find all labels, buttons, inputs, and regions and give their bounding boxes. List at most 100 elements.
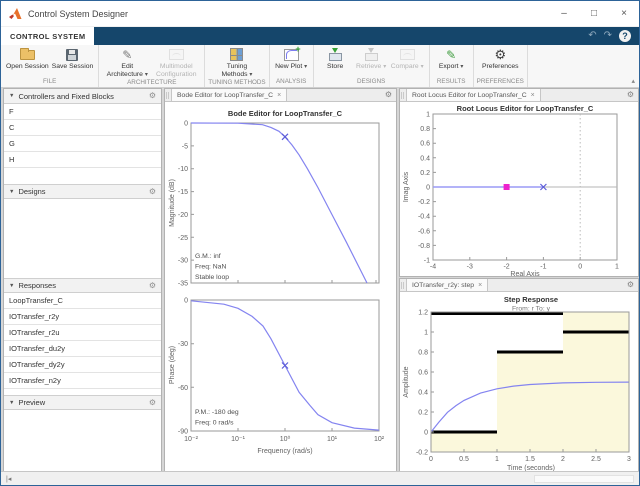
dropdown-arrow-icon: ▾	[304, 64, 307, 70]
drag-grip[interactable]	[401, 92, 404, 99]
collapse-caret-icon: ▼	[9, 93, 14, 99]
group-label-designs: DESIGNS	[314, 78, 429, 87]
redo-icon[interactable]: ↷	[604, 31, 612, 41]
list-item[interactable]: IOTransfer_n2y	[4, 373, 161, 389]
svg-text:Freq: 0 rad/s: Freq: 0 rad/s	[195, 420, 234, 427]
export-button[interactable]: ✎ Export ▾	[435, 47, 468, 71]
data-browser: ▼ Controllers and Fixed Blocks ⚙ F C G H…	[3, 88, 162, 473]
svg-text:10¹: 10¹	[327, 436, 338, 443]
close-tab-icon[interactable]: ×	[277, 92, 281, 99]
dropdown-arrow-icon: ▾	[145, 72, 148, 78]
step-title: Step Response	[504, 295, 558, 304]
svg-text:-0.2: -0.2	[416, 450, 428, 457]
title-bar: Control System Designer – □ ×	[1, 1, 639, 27]
compare-button[interactable]: Compare ▾	[391, 47, 424, 71]
gear-icon[interactable]: ⚙	[149, 282, 156, 290]
tab-root-locus[interactable]: Root Locus Editor for LoopTransfer_C ×	[406, 89, 541, 101]
svg-text:1: 1	[615, 264, 619, 271]
tuning-methods-button[interactable]: Tuning Methods ▾	[214, 47, 260, 79]
help-icon[interactable]: ?	[619, 30, 631, 42]
svg-text:1: 1	[424, 330, 428, 337]
svg-text:2: 2	[561, 456, 565, 463]
responses-header[interactable]: ▼ Responses ⚙	[4, 278, 161, 293]
svg-text:-30: -30	[178, 341, 188, 348]
group-label-preferences: PREFERENCES	[474, 78, 527, 87]
list-item[interactable]: IOTransfer_du2y	[4, 341, 161, 357]
open-session-button[interactable]: Open Session	[6, 47, 49, 71]
save-session-button[interactable]: Save Session	[52, 47, 94, 71]
tab-bode-editor[interactable]: Bode Editor for LoopTransfer_C ×	[171, 89, 287, 101]
gear-icon[interactable]: ⚙	[149, 399, 156, 407]
svg-text:0.5: 0.5	[459, 456, 469, 463]
tab-step-response[interactable]: IOTransfer_r2y: step ×	[406, 279, 488, 291]
retrieve-icon	[364, 48, 378, 61]
svg-text:0: 0	[184, 121, 188, 128]
status-bar: |◂	[1, 471, 639, 485]
svg-text:1.5: 1.5	[525, 456, 535, 463]
svg-text:1: 1	[426, 112, 430, 119]
designs-header[interactable]: ▼ Designs ⚙	[4, 184, 161, 199]
multimodel-configuration-button[interactable]: Multimodel Configuration	[153, 47, 199, 79]
group-label-architecture: ARCHITECTURE	[99, 79, 204, 88]
controllers-header[interactable]: ▼ Controllers and Fixed Blocks ⚙	[4, 89, 161, 104]
list-item[interactable]: C	[4, 120, 161, 136]
svg-text:1: 1	[495, 456, 499, 463]
close-tab-icon[interactable]: ×	[531, 92, 535, 99]
svg-text:-0.8: -0.8	[418, 243, 430, 250]
undo-icon[interactable]: ↶	[588, 31, 596, 41]
svg-text:G.M.: inf: G.M.: inf	[195, 253, 221, 260]
step-subtitle: From: r To: y	[512, 306, 551, 313]
svg-text:-30: -30	[178, 258, 188, 265]
list-item[interactable]: F	[4, 104, 161, 120]
close-button[interactable]: ×	[609, 1, 639, 26]
close-tab-icon[interactable]: ×	[478, 282, 482, 289]
closed-loop-pole-marker[interactable]	[504, 184, 510, 190]
edit-architecture-button[interactable]: ✎ Edit Architecture ▾	[104, 47, 150, 79]
root-locus-title: Root Locus Editor for LoopTransfer_C	[457, 104, 594, 113]
list-item[interactable]: LoopTransfer_C	[4, 293, 161, 309]
root-locus-xlabel: Real Axis	[510, 271, 540, 277]
gear-icon[interactable]: ⚙	[385, 91, 396, 99]
svg-text:-35: -35	[178, 281, 188, 288]
list-item[interactable]: G	[4, 136, 161, 152]
svg-text:-90: -90	[178, 429, 188, 436]
collapse-caret-icon: ▼	[9, 400, 14, 406]
svg-text:-0.4: -0.4	[418, 214, 430, 221]
root-locus-ylabel: Imag Axis	[403, 171, 410, 202]
gear-icon[interactable]: ⚙	[149, 188, 156, 196]
collapse-ribbon-icon[interactable]: ▴	[631, 77, 635, 85]
gear-icon[interactable]: ⚙	[627, 281, 638, 289]
toolbar-group-tuning-methods: Tuning Methods ▾ TUNING METHODS	[205, 45, 269, 87]
preferences-button[interactable]: ⚙ Preferences	[482, 47, 519, 71]
gear-icon[interactable]: ⚙	[627, 91, 638, 99]
preview-section: ▼ Preview ⚙	[4, 395, 161, 472]
dock-icon[interactable]: |◂	[6, 475, 11, 483]
list-item[interactable]: IOTransfer_r2u	[4, 325, 161, 341]
svg-text:-0.2: -0.2	[418, 199, 430, 206]
svg-text:10⁰: 10⁰	[280, 435, 291, 443]
maximize-button[interactable]: □	[579, 1, 609, 26]
svg-text:0.2: 0.2	[418, 410, 428, 417]
responses-section: ▼ Responses ⚙ LoopTransfer_C IOTransfer_…	[4, 278, 161, 395]
drag-grip[interactable]	[401, 282, 404, 289]
gear-icon[interactable]: ⚙	[149, 92, 156, 100]
svg-text:0: 0	[424, 430, 428, 437]
minimize-button[interactable]: –	[549, 1, 579, 26]
toolbar-group-file: Open Session Save Session FILE	[1, 45, 99, 87]
svg-text:-1: -1	[540, 264, 546, 271]
tab-control-system[interactable]: CONTROL SYSTEM	[1, 27, 94, 45]
new-plot-button[interactable]: New Plot ▾	[275, 47, 308, 71]
list-item[interactable]: IOTransfer_dy2y	[4, 357, 161, 373]
drag-grip[interactable]	[166, 92, 169, 99]
store-button[interactable]: Store	[319, 47, 352, 71]
svg-text:-15: -15	[178, 189, 188, 196]
list-item[interactable]: H	[4, 152, 161, 168]
matlab-logo-icon	[9, 8, 22, 20]
preview-header[interactable]: ▼ Preview ⚙	[4, 395, 161, 410]
retrieve-button[interactable]: Retrieve ▾	[355, 47, 388, 71]
step-response-plot: Step Response From: r To: y 1.2 1 0.8 0.…	[400, 292, 638, 473]
list-item[interactable]: IOTransfer_r2y	[4, 309, 161, 325]
svg-text:-20: -20	[178, 212, 188, 219]
svg-text:0.4: 0.4	[418, 390, 428, 397]
dropdown-arrow-icon: ▾	[383, 64, 386, 70]
